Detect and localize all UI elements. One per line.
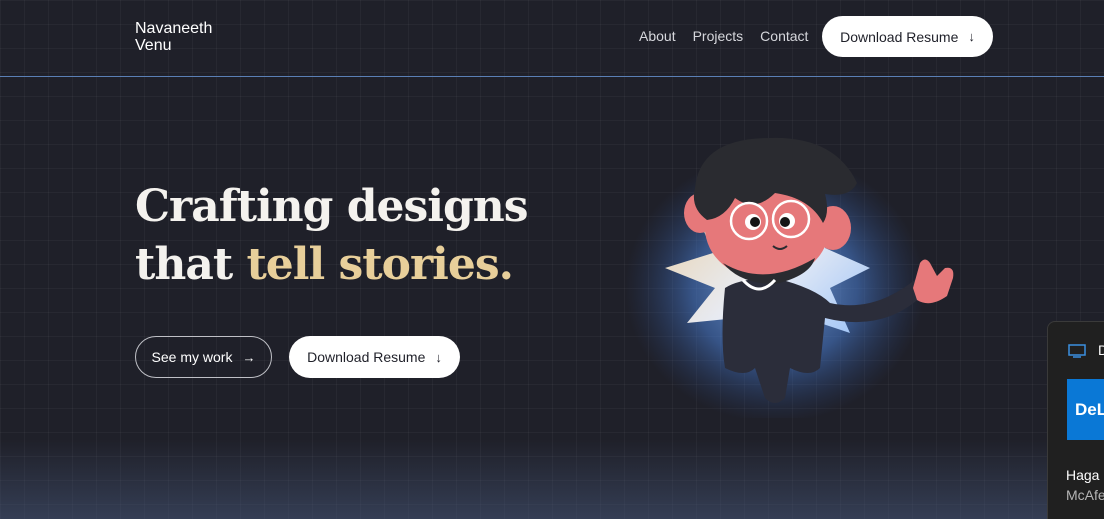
avatar-illustration — [625, 128, 985, 423]
hero-title-line1: Crafting designs — [135, 181, 529, 232]
popup-text-line1: Haga — [1066, 467, 1100, 483]
hero-title-line2-plain: that — [135, 239, 247, 290]
nav-projects[interactable]: Projects — [693, 28, 744, 44]
popup-logo: DeL — [1067, 379, 1104, 440]
notification-popup[interactable]: D DeL Haga McAfe — [1047, 321, 1104, 519]
hero-download-label: Download Resume — [307, 349, 426, 365]
arrow-down-icon: ↓ — [968, 29, 975, 44]
popup-title: D — [1098, 342, 1104, 358]
header-download-label: Download Resume — [840, 28, 959, 45]
monitor-icon — [1068, 344, 1086, 358]
nav-contact[interactable]: Contact — [760, 28, 808, 44]
brand-last-name: Venu — [135, 37, 172, 54]
nav-about[interactable]: About — [639, 28, 676, 44]
main-nav: About Projects Contact — [639, 28, 808, 44]
hero-title-accent: tell stories. — [246, 239, 513, 290]
header-download-resume-button[interactable]: Download Resume ↓ — [822, 16, 993, 57]
hero-title: Crafting designs that tell stories. — [135, 178, 529, 294]
hero-download-resume-button[interactable]: Download Resume ↓ — [289, 336, 460, 378]
popup-text-line2: McAfe — [1066, 487, 1104, 503]
brand-logo[interactable]: Navaneeth Venu — [135, 20, 212, 54]
bottom-glow — [0, 439, 1104, 519]
see-my-work-button[interactable]: See my work → — [135, 336, 272, 378]
arrow-down-icon: ↓ — [435, 349, 442, 365]
see-my-work-label: See my work — [151, 349, 233, 365]
brand-first-name: Navaneeth — [135, 20, 213, 37]
arrow-right-icon: → — [242, 349, 256, 365]
avatar-character-icon — [625, 137, 954, 423]
site-header: Navaneeth Venu About Projects Contact Do… — [0, 0, 1104, 77]
